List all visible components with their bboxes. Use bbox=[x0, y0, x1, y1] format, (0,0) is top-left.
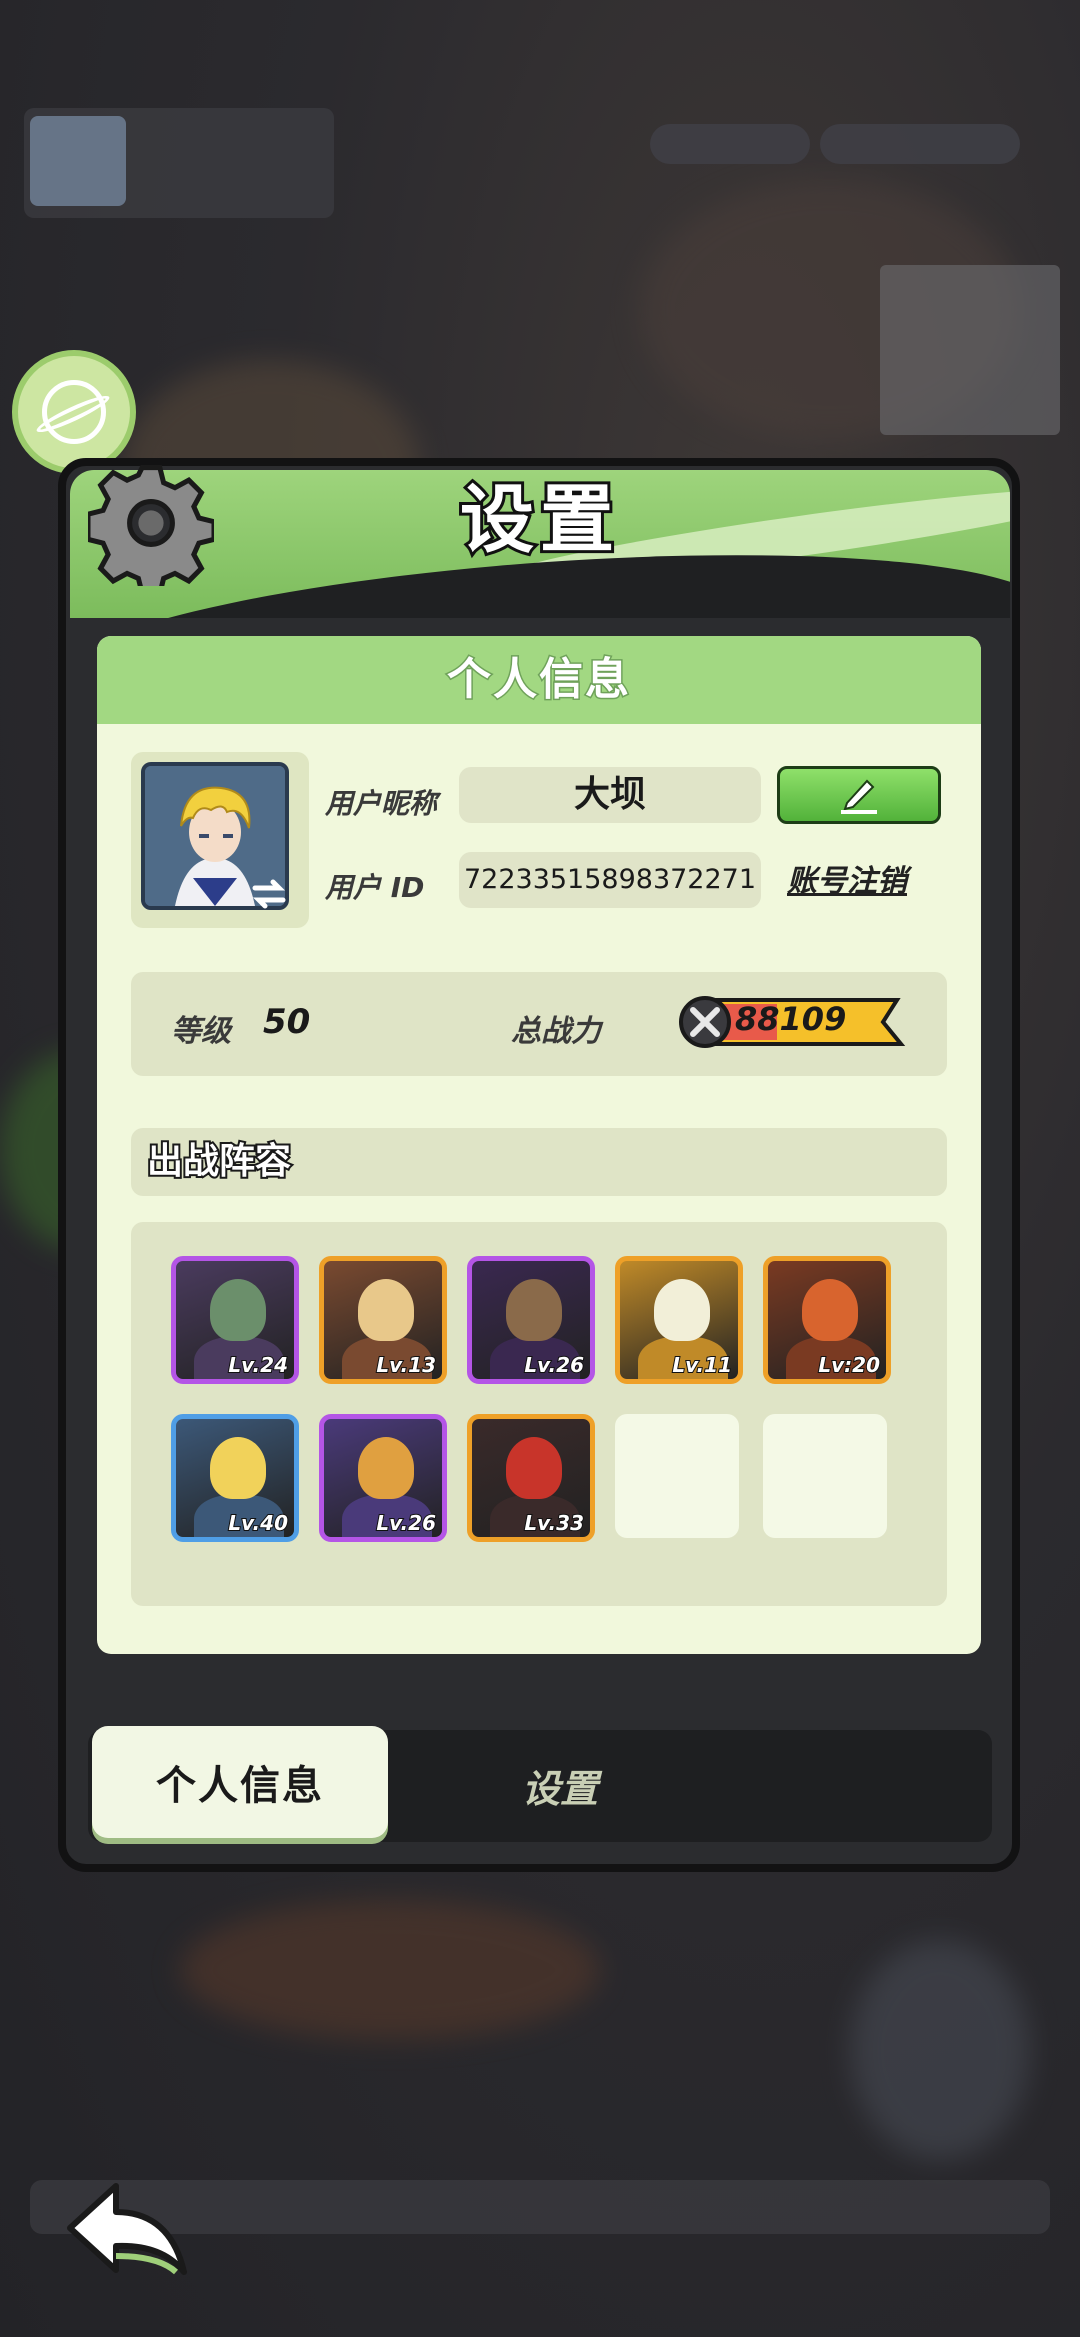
hero-level: Lv.33 bbox=[523, 1510, 585, 1536]
hero-level: Lv.24 bbox=[227, 1352, 289, 1378]
hero-slot[interactable]: Lv.33 bbox=[467, 1414, 595, 1542]
hero-slot[interactable]: Lv.24 bbox=[171, 1256, 299, 1384]
nickname-label: 用户昵称 bbox=[325, 787, 438, 820]
user-id-field: 72233515898372271 bbox=[459, 852, 761, 908]
section-title: 个人信息 bbox=[446, 653, 631, 707]
level-value: 50 bbox=[263, 1002, 311, 1042]
hero-portrait bbox=[358, 1279, 414, 1341]
level-label: 等级 bbox=[171, 1014, 231, 1049]
power-label: 总战力 bbox=[511, 1014, 601, 1049]
empty-hero-slot[interactable] bbox=[615, 1414, 739, 1538]
pencil-icon bbox=[841, 779, 877, 814]
minimap bbox=[880, 265, 1060, 435]
player-avatar-background bbox=[30, 116, 126, 206]
hero-level: Lv.13 bbox=[375, 1352, 437, 1378]
panel-title: 设置 bbox=[457, 474, 620, 566]
tab-settings-label: 设置 bbox=[521, 1766, 598, 1811]
hero-portrait bbox=[506, 1279, 562, 1341]
power-badge: 88109 bbox=[677, 994, 907, 1050]
hero-slot[interactable]: Lv.40 bbox=[171, 1414, 299, 1542]
hero-portrait bbox=[802, 1279, 858, 1341]
hero-level: Lv.40 bbox=[227, 1510, 289, 1536]
power-value: 88109 bbox=[735, 1000, 847, 1038]
delete-account-link[interactable]: 账号注销 bbox=[787, 856, 907, 900]
tab-personal-info[interactable]: 个人信息 bbox=[92, 1726, 388, 1838]
hero-slot[interactable]: Lv.13 bbox=[319, 1256, 447, 1384]
tab-personal-info-label: 个人信息 bbox=[156, 1763, 324, 1809]
hero-portrait bbox=[654, 1279, 710, 1341]
coin-counter bbox=[820, 124, 1020, 164]
hero-portrait bbox=[358, 1437, 414, 1499]
planet-button[interactable] bbox=[12, 350, 136, 474]
hero-level: Lv.26 bbox=[375, 1510, 437, 1536]
hero-portrait bbox=[210, 1279, 266, 1341]
personal-info-card: 个人信息 用户昵称 大坝 用户 ID 72233515898372271 账号注… bbox=[97, 636, 981, 1654]
hero-slot[interactable]: Lv.26 bbox=[467, 1256, 595, 1384]
hero-level: Lv.11 bbox=[671, 1352, 733, 1378]
hero-slot[interactable]: Lv:20 bbox=[763, 1256, 891, 1384]
hero-slot[interactable]: Lv.11 bbox=[615, 1256, 743, 1384]
nickname-field: 大坝 bbox=[459, 767, 761, 823]
hero-portrait bbox=[210, 1437, 266, 1499]
hero-level: Lv.26 bbox=[523, 1352, 585, 1378]
empty-hero-slot[interactable] bbox=[763, 1414, 887, 1538]
planet-icon bbox=[42, 380, 106, 444]
edit-nickname-button[interactable] bbox=[777, 766, 941, 824]
hero-portrait bbox=[506, 1437, 562, 1499]
back-arrow-icon[interactable] bbox=[58, 2172, 194, 2282]
lineup-title: 出战阵容 bbox=[145, 1139, 293, 1184]
status-bar-time bbox=[16, 4, 24, 32]
user-id-label: 用户 ID bbox=[325, 871, 425, 904]
gem-counter bbox=[650, 124, 810, 164]
hero-level: Lv:20 bbox=[817, 1352, 881, 1378]
avatar-frame[interactable] bbox=[131, 752, 309, 928]
swap-icon[interactable] bbox=[249, 874, 289, 914]
tab-settings[interactable]: 设置 bbox=[470, 1740, 650, 1830]
hero-slot[interactable]: Lv.26 bbox=[319, 1414, 447, 1542]
